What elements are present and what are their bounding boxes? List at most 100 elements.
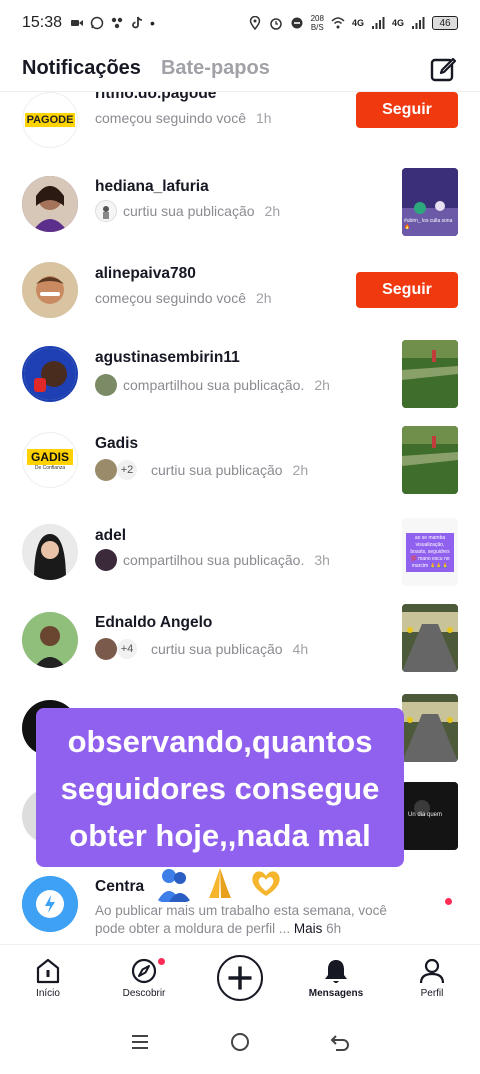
tab-notifications[interactable]: Notificações [22,57,141,80]
signal-icon [371,17,385,29]
post-thumbnail[interactable]: Un dia quem [402,782,458,850]
post-thumbnail[interactable] [402,604,458,672]
mute-icon [291,17,303,29]
nav-create[interactable] [195,954,285,1001]
mini-avatar [95,200,117,222]
avatar[interactable] [22,346,78,402]
home-circle-icon[interactable] [228,1030,252,1054]
bell-icon [325,960,347,983]
compass-icon [131,958,157,984]
username[interactable]: adel [95,527,126,545]
notification-action: compartilhou sua publicação. [123,552,305,568]
notification-time: 2h [256,290,272,306]
mini-avatar [95,459,117,481]
username[interactable]: hediana_lafuria [95,178,209,196]
nav-inbox-label: Mensagens [308,988,364,999]
tab-chats[interactable]: Bate-papos [161,57,270,80]
post-thumbnail[interactable] [402,426,458,494]
username[interactable]: ritmo.do.pagode [95,92,216,103]
notification-action: curtiu sua publicação [151,462,283,478]
home-icon [36,958,60,984]
battery-icon: 46 [432,16,458,30]
notification-center-icon [22,876,78,932]
net-speed: 208 [310,14,324,23]
avatar-image [22,524,78,580]
username[interactable]: Gadis [95,435,138,453]
notification-action: compartilhou sua publicação. [123,377,305,393]
create-plus-icon[interactable] [217,954,263,1001]
video-call-icon [71,20,84,26]
follow-button[interactable]: Seguir [356,92,458,128]
post-thumbnail[interactable]: ao se mamba visualização, boasts, seguid… [402,518,458,586]
thumbnail-caption: #ubirn_ los culla sona 🔥 [404,218,453,230]
recents-icon[interactable] [128,1030,152,1054]
avatar[interactable]: PAGODE [22,92,78,148]
list-item[interactable]: PAGODE ritmo.do.pagode começou seguindo … [0,92,480,168]
avatar-image [22,262,78,318]
mini-avatar [95,549,117,571]
avatar-image [24,348,76,400]
more-likers-badge[interactable]: +4 [115,637,139,661]
signal-label-2: 4G [391,18,404,28]
signal-label-1: 4G [351,18,364,28]
unread-dot [445,898,452,905]
username[interactable]: agustinasembirin11 [95,349,240,367]
avatar[interactable] [22,524,78,580]
avatar-image [22,176,78,232]
avatar[interactable] [22,262,78,318]
avatar-logo-sub: De Confianza [34,465,66,471]
more-likers-badge[interactable]: +2 [115,458,139,482]
notification-time: 4h [292,641,309,657]
list-item[interactable]: agustinasembirin11 compartilhou sua publ… [0,340,480,426]
avatar[interactable] [22,876,78,932]
username[interactable]: alinepaiva780 [95,265,196,283]
list-item[interactable]: Ednaldo Angelo +4 curtiu sua publicação … [0,604,480,690]
net-unit: B/S [310,23,324,32]
back-icon[interactable] [328,1030,352,1054]
status-bar: 15:38 • 208 B/S 4G 4G 46 [0,0,480,46]
avatar[interactable]: GADIS De Confianza [22,432,78,488]
notification-action: curtiu sua publicação [151,641,283,657]
list-item[interactable]: GADIS De Confianza Gadis +2 curtiu sua p… [0,426,480,512]
mini-avatar [95,374,117,396]
hugging-people-emoji-icon [157,869,191,902]
list-item[interactable]: alinepaiva780 começou seguindo você 2h S… [0,254,480,340]
compose-icon[interactable] [428,54,458,84]
list-item[interactable]: hediana_lafuria curtiu sua publicação 2h… [0,168,480,254]
nav-profile[interactable]: Perfil [387,956,477,999]
thumbnail-caption: ao se mamba visualização, boasts, seguid… [406,532,454,572]
more-link[interactable]: Mais [294,921,323,936]
post-thumbnail-image [402,340,458,408]
nav-home[interactable]: Início [3,956,93,999]
notification-time: 1h [256,110,272,126]
thumbnail-caption: Un dia quem [408,812,443,818]
bottom-nav: Início Descobrir Mensagens Perfil [0,944,480,1010]
avatar-image [22,612,78,668]
status-time: 15:38 [22,14,63,31]
nav-discover[interactable]: Descobrir [99,956,189,999]
mini-avatar [95,638,117,660]
whatsapp-icon [90,16,104,30]
post-thumbnail-image [402,604,458,672]
nav-home-label: Início [36,988,60,999]
list-item[interactable]: adel compartilhou sua publicação. 3h ao … [0,518,480,604]
notification-time: 2h [314,377,330,393]
nav-profile-label: Perfil [420,988,444,999]
avatar[interactable] [22,612,78,668]
notification-time: 2h [292,462,309,478]
follow-button[interactable]: Seguir [356,272,458,308]
nav-inbox[interactable]: Mensagens [291,956,381,999]
username[interactable]: Centra [95,878,144,896]
avatar[interactable] [22,176,78,232]
nav-discover-label: Descobrir [122,988,166,999]
notification-action: curtiu sua publicação [123,203,255,219]
post-thumbnail[interactable] [402,694,458,762]
system-nav [0,1010,480,1074]
notification-time: 3h [314,552,330,568]
post-thumbnail[interactable] [402,340,458,408]
notification-action: Ao publicar mais um trabalho esta semana… [95,903,387,936]
username[interactable]: Ednaldo Angelo [95,614,212,632]
post-thumbnail[interactable]: #ubirn_ los culla sona 🔥 [402,168,458,236]
video-caption-overlay: observando,quantos seguidores consegue o… [36,708,404,867]
location-icon [249,16,260,30]
